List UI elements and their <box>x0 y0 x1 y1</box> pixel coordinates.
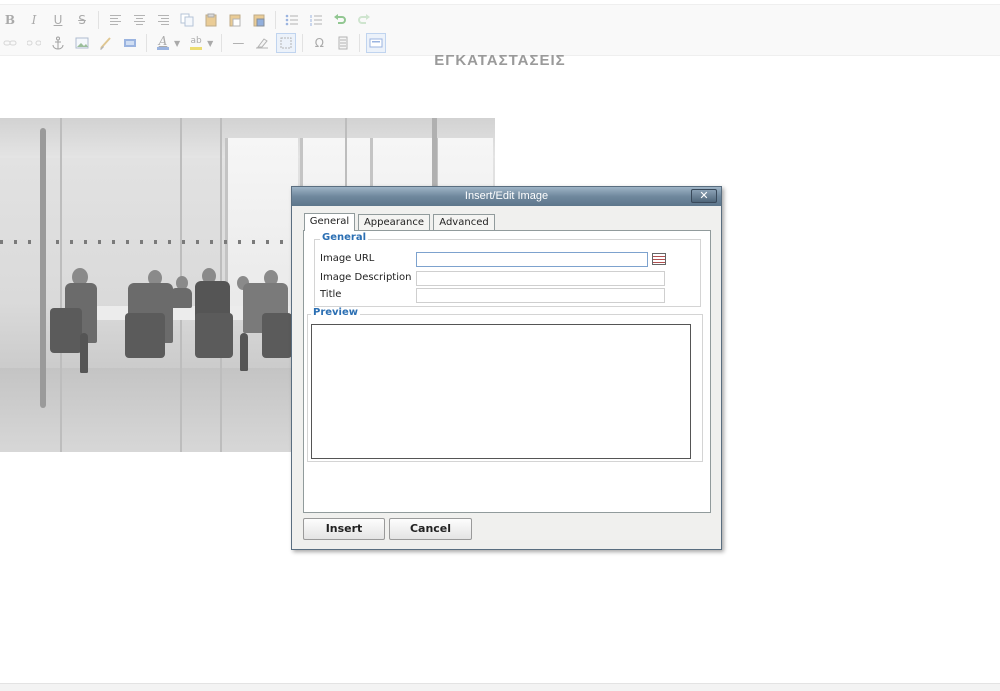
paste-icon[interactable] <box>201 10 221 30</box>
redo-icon[interactable] <box>354 10 374 30</box>
title-input[interactable] <box>416 288 665 303</box>
page-break-icon[interactable] <box>333 33 353 53</box>
remove-format-icon[interactable] <box>252 33 272 53</box>
fullscreen-icon[interactable] <box>366 33 387 53</box>
html-icon[interactable] <box>120 33 140 53</box>
preview-fieldset: Preview <box>307 307 703 462</box>
image-url-input[interactable] <box>416 252 648 267</box>
align-right-icon[interactable] <box>153 10 173 30</box>
numbered-list-icon[interactable] <box>306 10 326 30</box>
font-color-dropdown[interactable]: ▼ <box>174 39 180 48</box>
dialog-title: Insert/Edit Image <box>464 190 549 202</box>
align-left-icon[interactable] <box>105 10 125 30</box>
visual-aid-icon[interactable] <box>276 33 297 53</box>
editor-toolbar: B I U S A ▼ ab ▼ — Ω <box>0 4 1000 56</box>
toolbar-row-1: B I U S <box>0 9 378 31</box>
anchor-icon[interactable] <box>48 33 68 53</box>
italic-icon[interactable]: I <box>24 10 44 30</box>
underline-icon[interactable]: U <box>48 10 68 30</box>
image-url-label: Image URL <box>320 253 375 264</box>
image-icon[interactable] <box>72 33 92 53</box>
dialog-titlebar[interactable]: Insert/Edit Image ✕ <box>292 187 721 206</box>
insert-button[interactable]: Insert <box>303 518 385 540</box>
browse-icon[interactable] <box>652 253 666 265</box>
bold-icon[interactable]: B <box>0 10 20 30</box>
tab-appearance[interactable]: Appearance <box>358 214 430 230</box>
title-label: Title <box>320 289 342 300</box>
copy-icon[interactable] <box>177 10 197 30</box>
bg-color-letters: ab <box>190 36 202 46</box>
align-center-icon[interactable] <box>129 10 149 30</box>
cancel-button[interactable]: Cancel <box>389 518 472 540</box>
special-char-icon[interactable]: Ω <box>309 33 329 53</box>
toolbar-separator <box>275 11 276 29</box>
background-color-icon[interactable]: ab <box>186 33 206 53</box>
paste-text-icon[interactable] <box>225 10 245 30</box>
image-description-input[interactable] <box>416 271 665 286</box>
tab-panel-general: General Image URL Image Description Titl… <box>303 230 711 513</box>
unlink-icon[interactable] <box>24 33 44 53</box>
toolbar-row-2: A ▼ ab ▼ — Ω <box>0 32 390 54</box>
font-color-icon[interactable]: A <box>153 33 173 53</box>
cleanup-icon[interactable] <box>96 33 116 53</box>
paste-word-icon[interactable] <box>249 10 269 30</box>
image-description-label: Image Description <box>320 272 412 283</box>
font-color-letter: A <box>158 34 168 48</box>
toolbar-separator <box>146 34 147 52</box>
page-title: ΕΓΚΑΤΑΣΤΑΣΕΙΣ <box>434 52 566 69</box>
toolbar-separator <box>98 11 99 29</box>
strikethrough-icon[interactable]: S <box>72 10 92 30</box>
preview-legend: Preview <box>311 307 361 318</box>
toolbar-separator <box>302 34 304 52</box>
link-icon[interactable] <box>0 33 20 53</box>
insert-edit-image-dialog: Insert/Edit Image ✕ General Appearance A… <box>291 186 722 550</box>
bullet-list-icon[interactable] <box>282 10 302 30</box>
preview-area <box>311 324 691 459</box>
horizontal-rule-icon[interactable]: — <box>228 33 248 53</box>
toolbar-separator <box>359 34 361 52</box>
tab-general[interactable]: General <box>304 213 355 231</box>
close-icon[interactable]: ✕ <box>691 189 717 203</box>
tab-advanced[interactable]: Advanced <box>433 214 495 230</box>
undo-icon[interactable] <box>330 10 350 30</box>
background-color-dropdown[interactable]: ▼ <box>207 39 213 48</box>
general-fieldset: General Image URL Image Description Titl… <box>314 232 701 307</box>
toolbar-separator <box>221 34 223 52</box>
general-legend: General <box>320 232 368 243</box>
